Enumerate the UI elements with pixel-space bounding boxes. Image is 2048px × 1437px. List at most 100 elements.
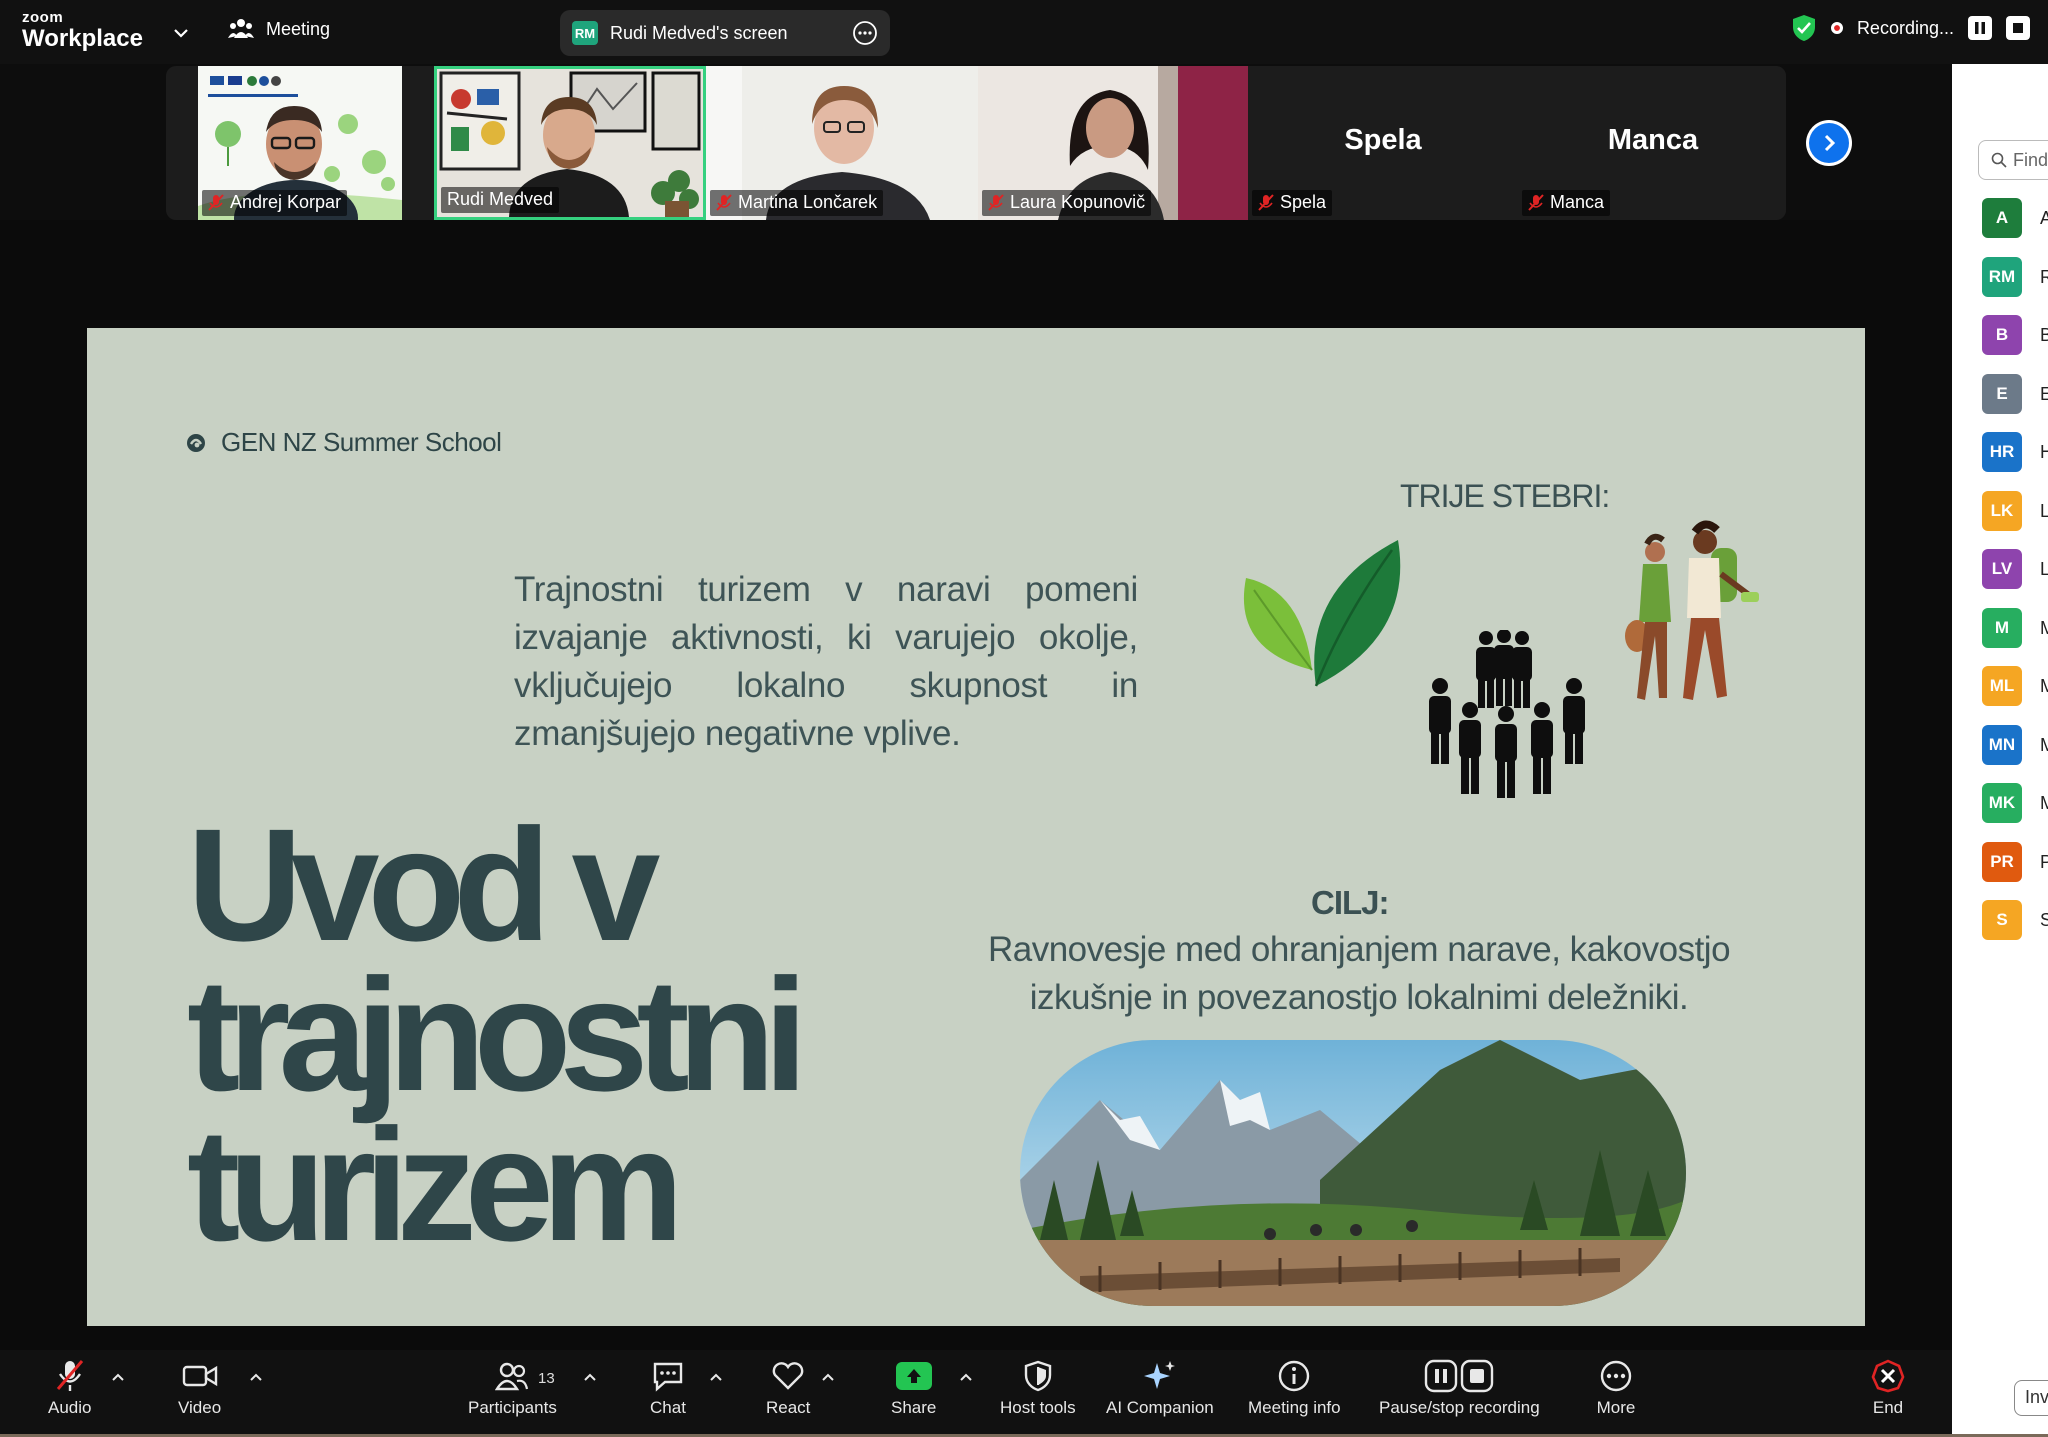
participant-name: Laura Kopunovič [1010, 192, 1146, 212]
slide-brand: GEN NZ Summer School [185, 427, 502, 458]
chat-options-caret-icon[interactable] [708, 1370, 724, 1386]
search-icon [1991, 152, 2007, 168]
participant-avatar[interactable]: E [1982, 374, 2022, 414]
participant-avatar[interactable]: ML [1982, 666, 2022, 706]
mic-muted-icon [716, 193, 732, 211]
more-button[interactable]: More [1596, 1358, 1636, 1418]
participant-list-name: B [2040, 325, 2048, 345]
slide-title-line: Uvod v [187, 795, 660, 974]
chat-button[interactable]: Chat [648, 1358, 688, 1418]
participant-tile[interactable]: Martina Lončarek [706, 66, 978, 220]
participant-list-name: E [2040, 384, 2048, 404]
screen-share-label: Rudi Medved's screen [610, 22, 788, 43]
more-icon [1600, 1360, 1632, 1392]
participant-display-name: Spela [1344, 124, 1422, 156]
participant-list-name: M [2040, 676, 2048, 696]
chat-bubble-icon [653, 1362, 683, 1392]
participant-tile-active-speaker[interactable]: Rudi Medved [434, 66, 706, 220]
mic-muted-icon [56, 1360, 83, 1391]
participant-nameplate: Andrej Korpar [202, 190, 348, 216]
host-tools-button[interactable]: Host tools [1000, 1358, 1076, 1418]
react-options-caret-icon[interactable] [820, 1370, 836, 1386]
meeting-label: Meeting [266, 18, 331, 39]
participant-list-name: P [2040, 852, 2048, 872]
share-arrow-icon [906, 1369, 921, 1383]
meeting-info-button[interactable]: Meeting info [1248, 1358, 1341, 1418]
ai-companion-button[interactable]: AI Companion [1106, 1358, 1214, 1418]
info-icon [1279, 1360, 1310, 1392]
participant-avatar[interactable]: B [1982, 315, 2022, 355]
share-label: Share [891, 1398, 937, 1417]
participant-avatar[interactable]: PR [1982, 842, 2022, 882]
participant-nameplate: Martina Lončarek [710, 190, 884, 216]
participant-avatar[interactable]: MK [1982, 783, 2022, 823]
participant-avatar[interactable]: RM [1982, 257, 2022, 297]
people-icon [228, 19, 254, 38]
chevron-down-icon[interactable] [170, 22, 192, 44]
host-tools-label: Host tools [1000, 1398, 1076, 1417]
video-button[interactable]: Video [178, 1358, 221, 1418]
more-options-icon[interactable] [852, 20, 878, 46]
participant-tile[interactable]: Andrej Korpar [198, 66, 402, 220]
participant-tile[interactable]: Laura Kopunovič [978, 66, 1248, 220]
mountain-landscape-photo [1020, 1040, 1686, 1306]
stop-icon [2013, 23, 2023, 33]
participant-nameplate: Manca [1522, 190, 1611, 216]
pillars-heading: TRIJE STEBRI: [1400, 478, 1610, 514]
audio-button[interactable]: Audio [48, 1358, 91, 1418]
participant-avatar[interactable]: LK [1982, 491, 2022, 531]
react-button[interactable]: React [766, 1358, 810, 1418]
zoom-workplace-logo: zoom Workplace [22, 10, 143, 51]
slide-title: Uvod v trajnostni turizem [187, 795, 808, 1265]
participant-avatar[interactable]: A [1982, 198, 2022, 238]
stop-recording-button[interactable] [2006, 16, 2030, 40]
participant-name: Spela [1280, 192, 1327, 212]
video-label: Video [178, 1398, 222, 1417]
participant-list-name: L [2040, 501, 2048, 521]
participant-search-input[interactable]: Find [1978, 140, 2048, 180]
logo-product: Workplace [22, 25, 143, 52]
participant-avatar[interactable]: MN [1982, 725, 2022, 765]
next-participants-button[interactable] [1806, 120, 1852, 166]
sharer-avatar: RM [572, 21, 598, 45]
top-bar: zoom Workplace Meeting RM Rudi Medved's … [0, 0, 2048, 64]
community-people-icon [1429, 630, 1585, 798]
share-options-caret-icon[interactable] [958, 1370, 974, 1386]
participant-tile[interactable]: Spela Spela [1248, 66, 1518, 220]
hikers-illustration [1625, 520, 1759, 700]
participant-avatar[interactable]: M [1982, 608, 2022, 648]
share-screen-button[interactable]: Share [891, 1358, 936, 1418]
end-meeting-button[interactable]: End [1868, 1358, 1908, 1418]
invite-button[interactable]: Inv [2014, 1380, 2048, 1416]
participant-avatar[interactable]: S [1982, 900, 2022, 940]
mic-muted-icon [208, 193, 224, 211]
pause-recording-button[interactable] [1968, 16, 1992, 40]
participants-button[interactable]: Participants [468, 1358, 557, 1418]
chat-label: Chat [650, 1398, 686, 1417]
recording-dot-icon [1830, 22, 1843, 34]
meeting-menu-button[interactable]: Meeting [228, 18, 330, 40]
meeting-toolbar: Audio Video Participants 13 Chat React S… [0, 1350, 1952, 1434]
heart-icon [772, 1362, 804, 1390]
participant-list-name: R [2040, 267, 2048, 287]
mic-muted-icon [988, 193, 1004, 211]
brand-mark-icon [187, 433, 205, 452]
security-shield-icon[interactable] [1791, 14, 1817, 42]
participants-options-caret-icon[interactable] [582, 1370, 598, 1386]
react-label: React [766, 1398, 811, 1417]
participant-avatar[interactable]: LV [1982, 549, 2022, 589]
participant-nameplate: Rudi Medved [441, 187, 560, 213]
screen-share-indicator[interactable]: RM Rudi Medved's screen [560, 10, 890, 56]
participant-avatar[interactable]: HR [1982, 432, 2022, 472]
audio-options-caret-icon[interactable] [110, 1370, 126, 1386]
participant-list-name: H [2040, 442, 2048, 462]
participant-list-name: M [2040, 618, 2048, 638]
pause-stop-recording-button[interactable]: Pause/stop recording [1379, 1358, 1540, 1418]
mic-muted-icon [1258, 193, 1274, 211]
participant-display-name: Manca [1607, 124, 1699, 156]
shield-icon [1024, 1360, 1051, 1392]
participant-tile[interactable]: Manca Manca [1518, 66, 1786, 220]
sparkle-icon [1143, 1361, 1175, 1389]
video-options-caret-icon[interactable] [248, 1370, 264, 1386]
pause-icon [1975, 22, 1985, 34]
